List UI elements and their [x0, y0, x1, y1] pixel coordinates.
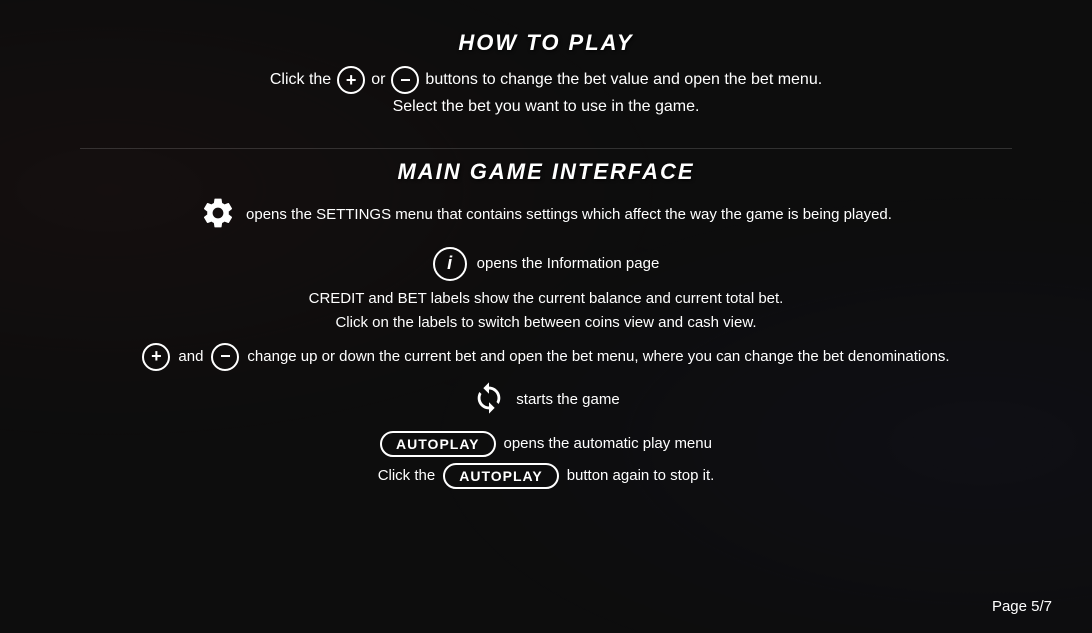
plus-button-icon: +	[337, 66, 365, 94]
spin-icon	[472, 381, 506, 419]
settings-row: opens the SETTINGS menu that contains se…	[80, 195, 1012, 235]
info-row: i opens the Information page	[80, 247, 1012, 281]
stop-row: Click the AUTOPLAY button again to stop …	[80, 463, 1012, 489]
autoplay-description: opens the automatic play menu	[504, 435, 712, 452]
bet-instruction-line1: Click the + or − buttons to change the b…	[80, 66, 1012, 94]
main-content: HOW TO PLAY Click the + or − buttons to …	[0, 0, 1092, 633]
credit-bet-description: CREDIT and BET labels show the current b…	[80, 287, 1012, 335]
autoplay-button-display: AUTOPLAY	[380, 431, 495, 457]
minus-change-icon: −	[211, 343, 239, 371]
spin-row: starts the game	[80, 381, 1012, 419]
credit-bet-line2: Click on the labels to switch between co…	[335, 314, 756, 331]
or-text: or	[371, 67, 385, 93]
stop-click-text: Click the	[378, 467, 436, 484]
plus-minus-description: change up or down the current bet and op…	[247, 348, 949, 365]
how-to-play-section: HOW TO PLAY Click the + or − buttons to …	[80, 30, 1012, 120]
autoplay-stop-button-display: AUTOPLAY	[443, 463, 558, 489]
bet-instruction-text: buttons to change the bet value and open…	[425, 67, 822, 93]
main-game-section: MAIN GAME INTERFACE opens the SETTINGS m…	[80, 159, 1012, 489]
info-description: opens the Information page	[477, 255, 660, 272]
gear-icon	[200, 195, 236, 235]
plus-minus-row: + and − change up or down the current be…	[80, 343, 1012, 371]
bet-instruction-line2: Select the bet you want to use in the ga…	[80, 94, 1012, 120]
autoplay-row: AUTOPLAY opens the automatic play menu	[80, 431, 1012, 457]
stop-description: button again to stop it.	[567, 467, 715, 484]
info-icon: i	[433, 247, 467, 281]
settings-description: opens the SETTINGS menu that contains se…	[246, 206, 892, 223]
spin-description: starts the game	[516, 391, 619, 408]
how-to-play-title: HOW TO PLAY	[80, 30, 1012, 56]
section-divider	[80, 148, 1012, 149]
page-indicator: Page 5/7	[992, 598, 1052, 615]
plus-change-icon: +	[142, 343, 170, 371]
and-text: and	[178, 348, 203, 365]
minus-button-icon: −	[391, 66, 419, 94]
credit-bet-line1: CREDIT and BET labels show the current b…	[309, 290, 784, 307]
main-game-title: MAIN GAME INTERFACE	[80, 159, 1012, 185]
click-the-text: Click the	[270, 67, 331, 93]
